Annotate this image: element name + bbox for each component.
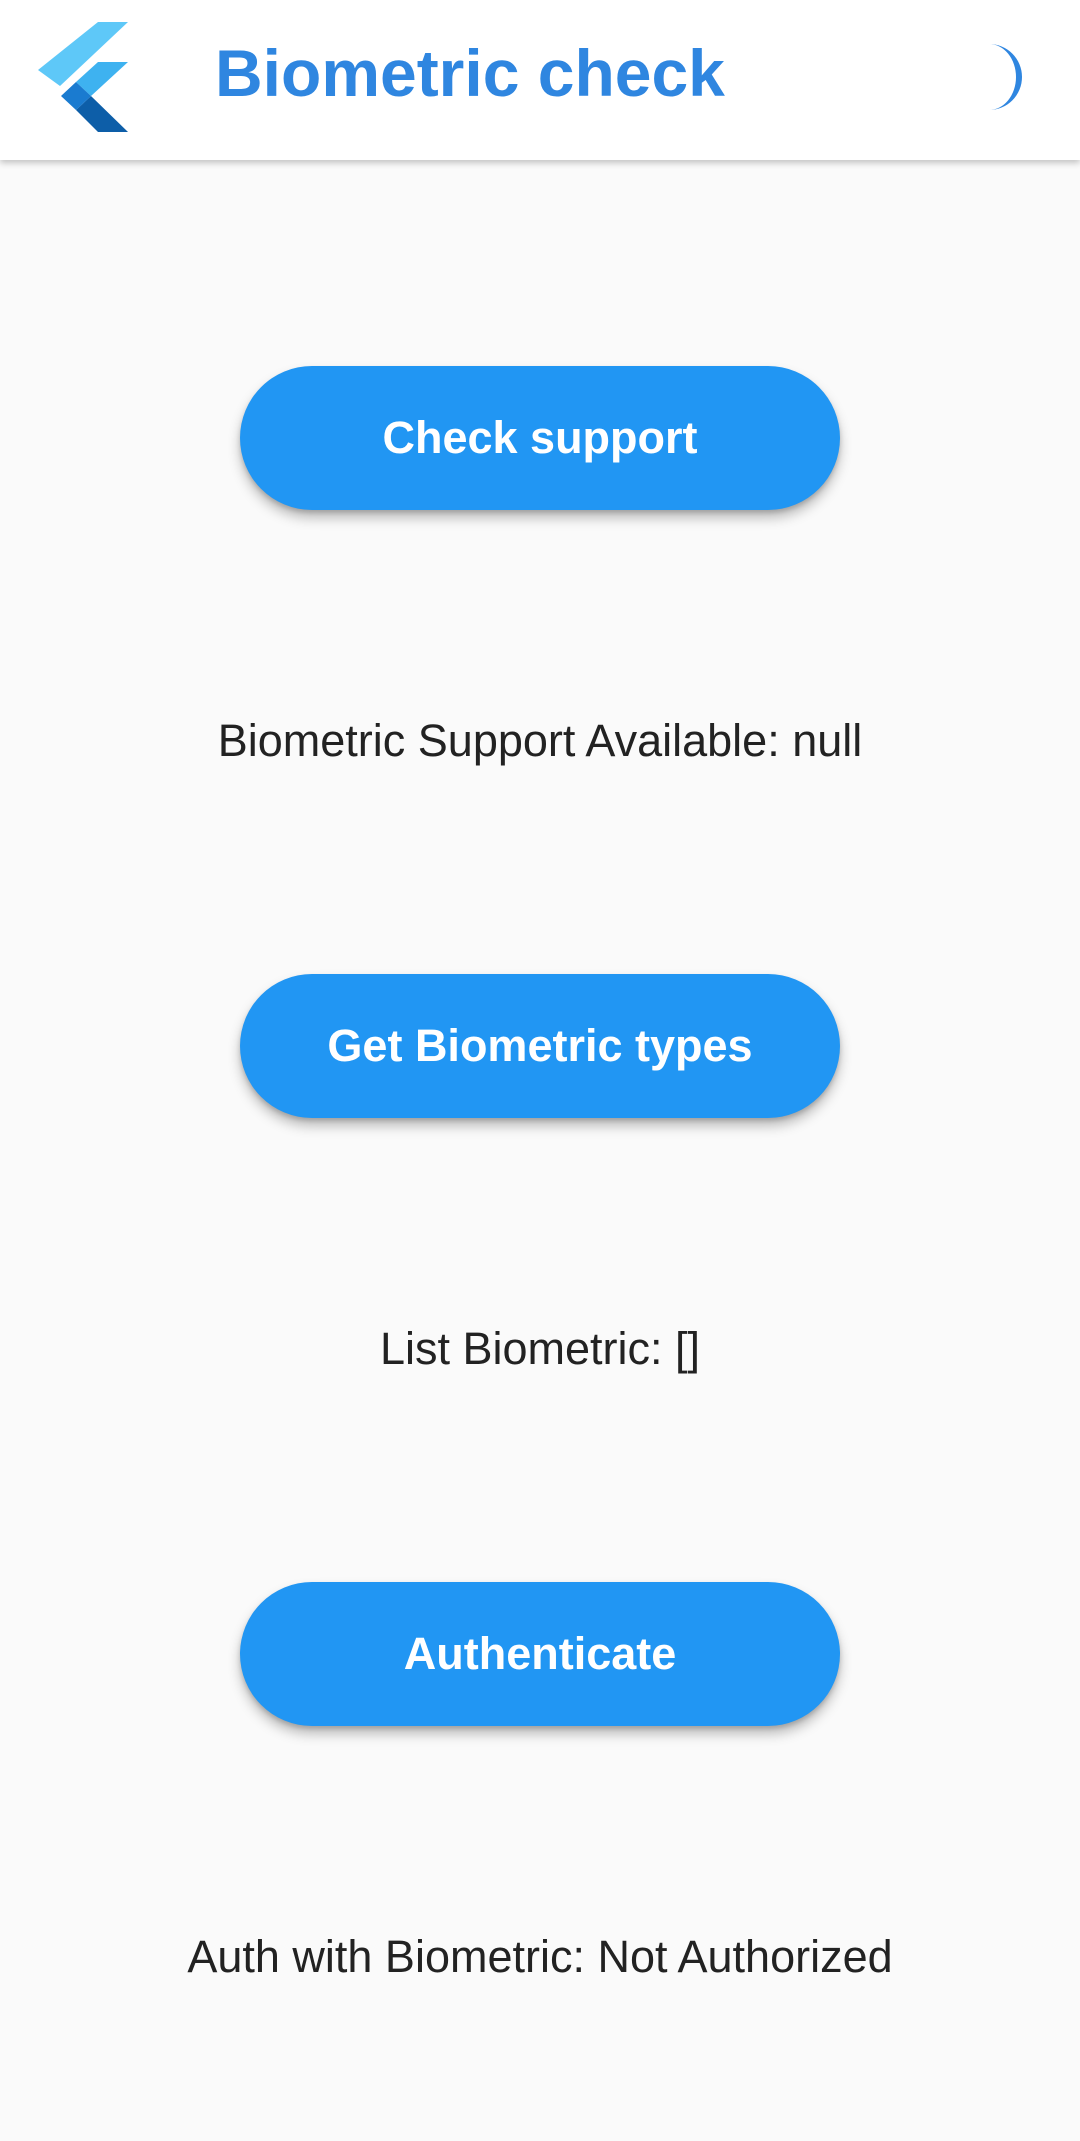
- check-support-button[interactable]: Check support: [240, 366, 840, 510]
- authenticate-button[interactable]: Authenticate: [240, 1582, 840, 1726]
- moon-icon[interactable]: [975, 40, 1035, 114]
- support-status-text: Biometric Support Available: null: [217, 715, 863, 766]
- app-title: Biometric check: [215, 36, 725, 110]
- app-bar: Biometric check: [0, 0, 1080, 160]
- biometric-types-text: List Biometric: []: [379, 1323, 701, 1374]
- get-biometric-types-button[interactable]: Get Biometric types: [240, 974, 840, 1118]
- main-content: Check support Biometric Support Availabl…: [0, 160, 1080, 2141]
- auth-status-text: Auth with Biometric: Not Authorized: [187, 1931, 893, 1982]
- flutter-logo-icon: [38, 22, 128, 132]
